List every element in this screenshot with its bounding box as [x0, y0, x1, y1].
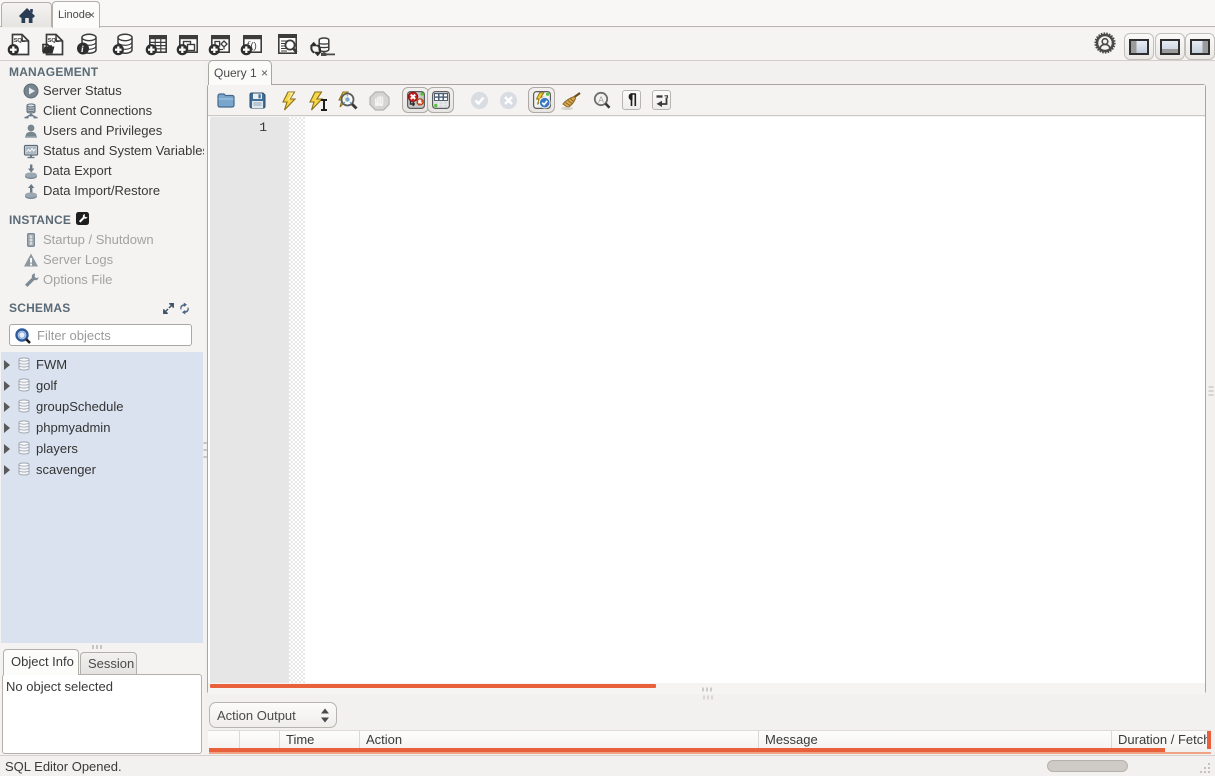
- svg-text:A: A: [598, 94, 604, 104]
- svg-text:SQL: SQL: [48, 38, 60, 44]
- svg-text:SQL: SQL: [14, 38, 26, 44]
- svg-text:i: i: [81, 45, 84, 55]
